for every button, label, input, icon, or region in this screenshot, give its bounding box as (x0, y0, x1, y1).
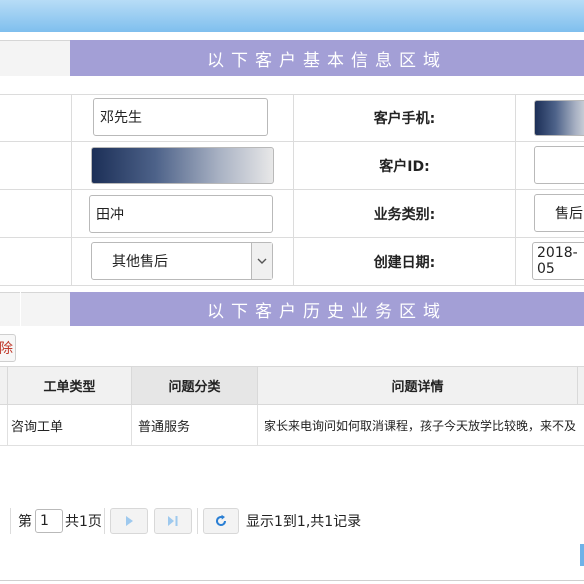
form-column-divider (71, 94, 72, 286)
section-header-history: 以下客户历史业务区域 (70, 292, 584, 326)
scroll-widget[interactable] (580, 544, 584, 566)
business-type-select[interactable]: 售后 (534, 194, 584, 232)
refresh-icon[interactable] (203, 508, 239, 534)
mobile-field-redacted[interactable] (534, 100, 584, 136)
created-date-label: 创建日期: (373, 254, 436, 271)
section-header-basic-info: 以下客户基本信息区域 (70, 40, 584, 76)
customer-id-input[interactable] (534, 146, 584, 184)
column-header-detail[interactable]: 问题详情 (258, 367, 578, 404)
pagination-summary: 显示1到1,共1记录 (246, 514, 362, 530)
pagination-bar: 第 1 共1页 显示1到1,共1记录 (0, 505, 584, 537)
delete-button[interactable]: 除 (0, 334, 16, 362)
section-left-strip (21, 292, 70, 326)
pagination-separator (10, 508, 11, 534)
page-prefix: 第 (18, 514, 32, 530)
window-title-bar (0, 0, 584, 32)
page-number-input[interactable]: 1 (35, 509, 63, 533)
page-total: 共1页 (65, 514, 102, 530)
table-header-cell (0, 367, 8, 404)
table-cell-detail: 家长来电询问如何取消课程，孩子今天放学比较晚，来不及 (264, 418, 577, 433)
section-left-strip (0, 292, 20, 326)
pagination-separator (197, 508, 198, 534)
customer-name-field-redacted[interactable] (91, 147, 274, 184)
table-cell-category: 普通服务 (132, 405, 258, 445)
bottom-border (0, 580, 584, 581)
created-date-input[interactable]: 2018-05 (532, 242, 584, 280)
pagination-separator (104, 508, 105, 534)
customer-id-label: 客户ID: (379, 158, 430, 175)
column-header-order-type[interactable]: 工单类型 (8, 367, 132, 404)
form-divider (0, 285, 584, 286)
table-cell (0, 405, 8, 445)
next-page-icon[interactable] (110, 508, 148, 534)
category-select[interactable]: 其他售后 (91, 242, 273, 280)
mobile-label: 客户手机: (373, 111, 436, 127)
section-left-strip (0, 40, 70, 76)
business-type-label: 业务类别: (373, 206, 436, 223)
chevron-down-icon[interactable] (251, 243, 272, 279)
last-page-icon[interactable] (154, 508, 192, 534)
category-select-value: 其他售后 (112, 254, 168, 270)
assignee-input[interactable]: 田冲 (89, 195, 273, 233)
table-row[interactable]: 咨询工单 普通服务 家长来电询问如何取消课程，孩子今天放学比较晚，来不及 (0, 405, 584, 446)
contact-name-input[interactable]: 邓先生 (93, 98, 268, 136)
table-cell-order-type: 咨询工单 (8, 405, 132, 445)
form-column-divider (515, 94, 516, 286)
column-header-category[interactable]: 问题分类 (132, 367, 258, 404)
